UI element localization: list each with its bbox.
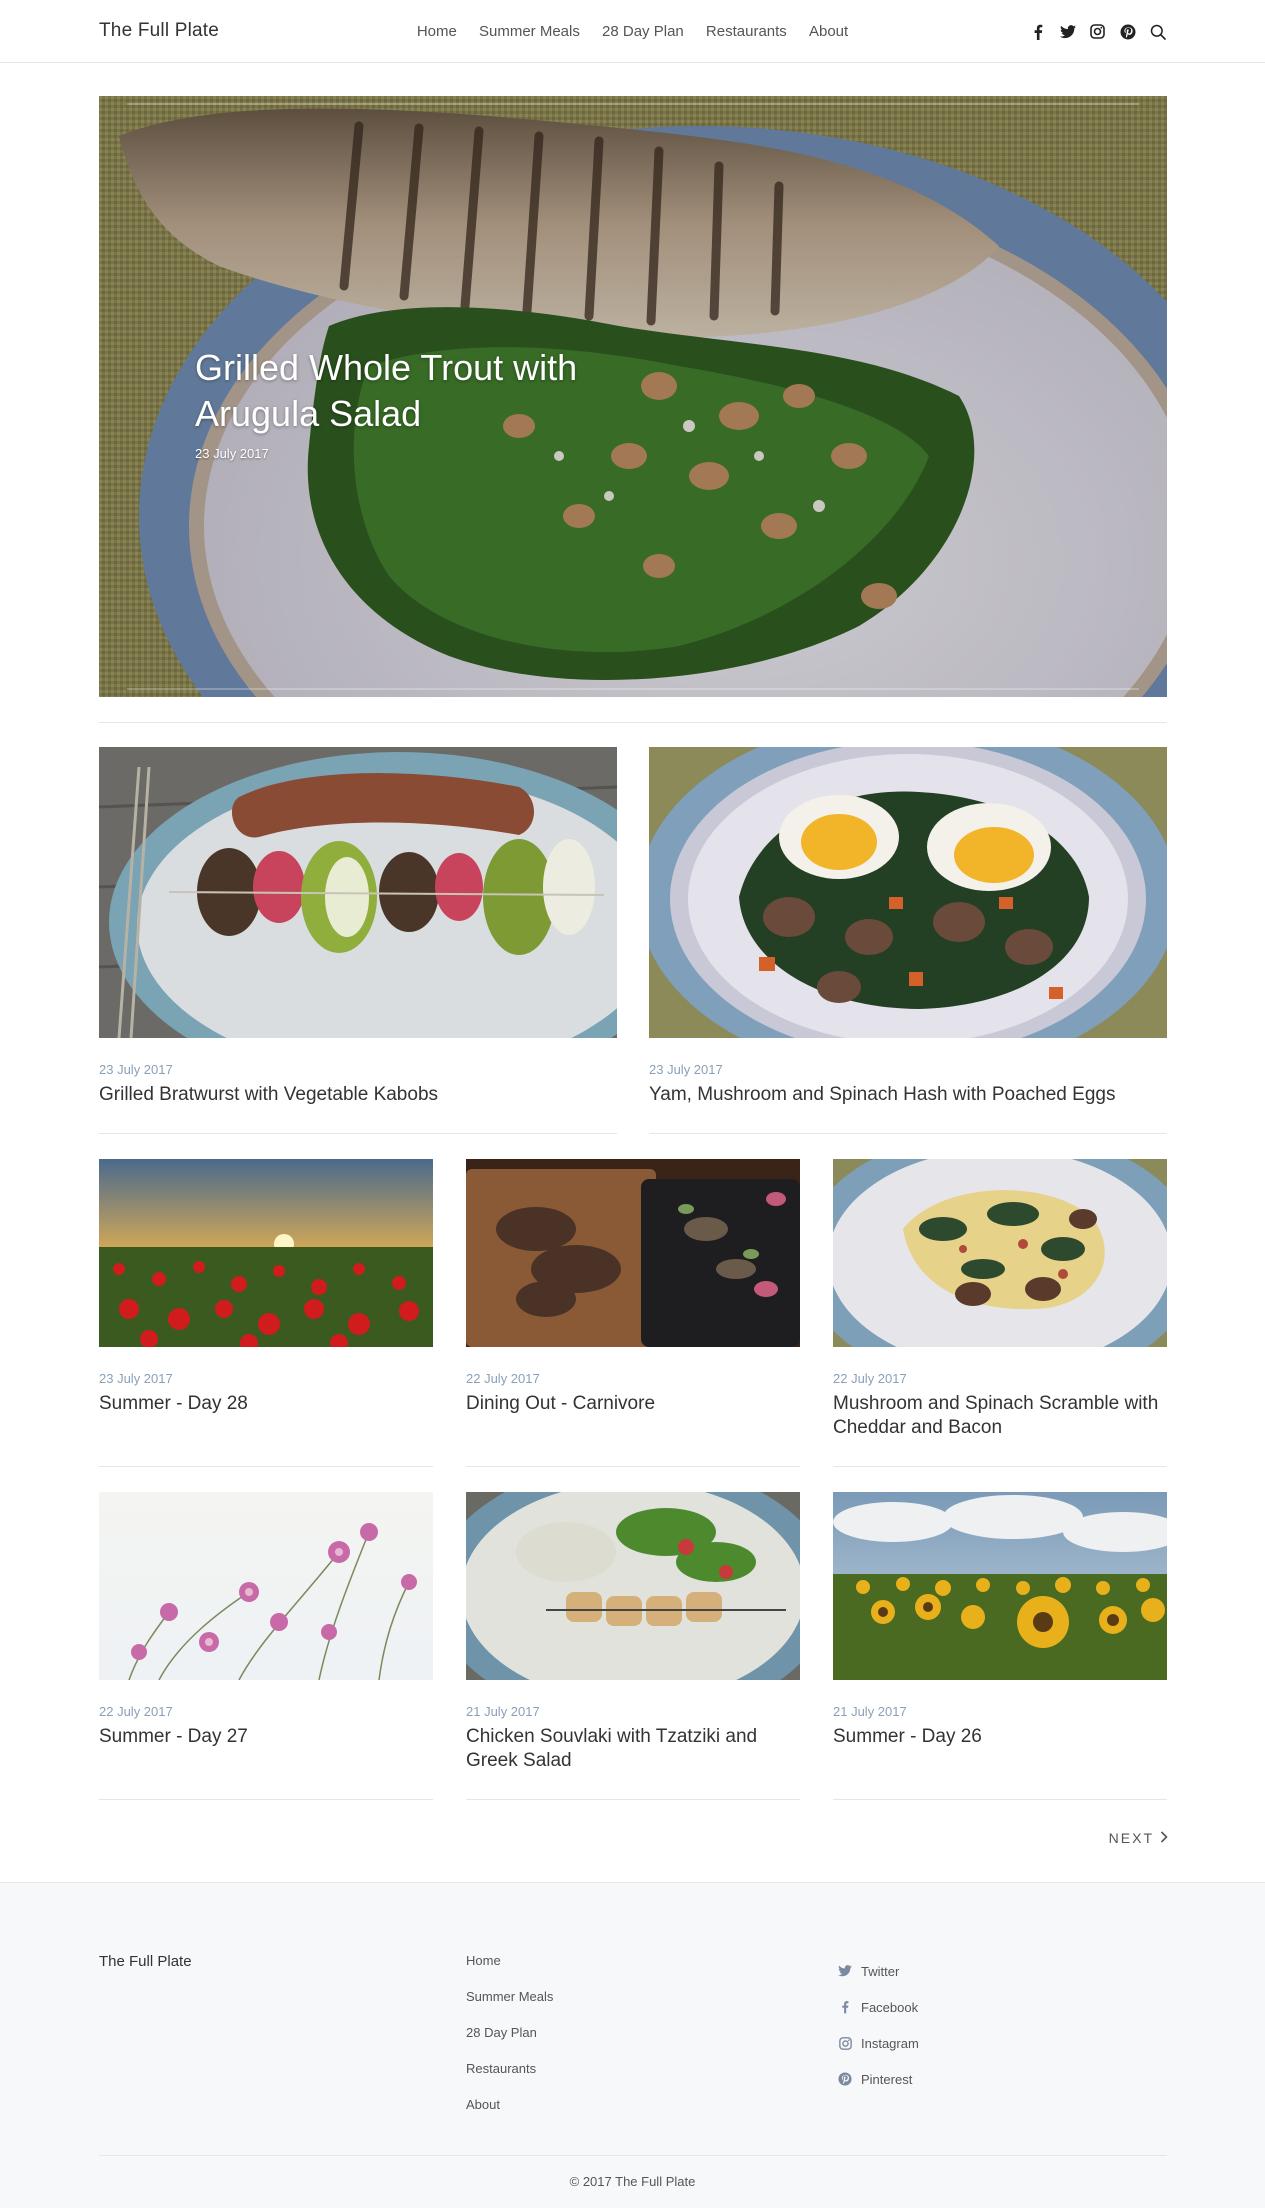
footer-link-about[interactable]: About bbox=[466, 2097, 553, 2133]
divider bbox=[649, 1133, 1167, 1134]
copyright: © 2017 The Full Plate bbox=[569, 2174, 696, 2189]
post-date: 21 July 2017 bbox=[833, 1704, 907, 1719]
post-date: 23 July 2017 bbox=[99, 1371, 173, 1386]
post-title[interactable]: Summer - Day 26 bbox=[833, 1725, 1167, 1749]
post-title[interactable]: Summer - Day 27 bbox=[99, 1725, 433, 1749]
post-date: 22 July 2017 bbox=[466, 1371, 540, 1386]
post-title[interactable]: Chicken Souvlaki with Tzatziki and Greek… bbox=[466, 1725, 800, 1773]
post-thumbnail[interactable] bbox=[99, 1492, 433, 1680]
facebook-icon bbox=[837, 1999, 853, 2015]
post-thumbnail[interactable] bbox=[99, 747, 617, 1038]
divider bbox=[99, 1133, 617, 1134]
post-title[interactable]: Dining Out - Carnivore bbox=[466, 1392, 800, 1416]
divider bbox=[99, 1466, 433, 1467]
nav-restaurants[interactable]: Restaurants bbox=[706, 23, 787, 40]
twitter-icon bbox=[837, 1963, 853, 1979]
post-date: 21 July 2017 bbox=[466, 1704, 540, 1719]
chevron-right-icon bbox=[1160, 1830, 1168, 1846]
site-footer: The Full Plate Home Summer Meals 28 Day … bbox=[0, 1882, 1265, 2208]
post-date: 22 July 2017 bbox=[833, 1371, 907, 1386]
post-card[interactable]: 23 July 2017 Summer - Day 28 bbox=[99, 1159, 433, 1467]
pinterest-icon[interactable] bbox=[1119, 23, 1136, 40]
instagram-icon bbox=[837, 2035, 853, 2051]
hero-date: 23 July 2017 bbox=[195, 446, 269, 461]
footer-social-pinterest[interactable]: Pinterest bbox=[837, 2061, 919, 2097]
footer-link-home[interactable]: Home bbox=[466, 1953, 553, 1989]
footer-social-label: Facebook bbox=[861, 1999, 919, 2015]
divider bbox=[99, 722, 1167, 723]
post-thumbnail[interactable] bbox=[466, 1159, 800, 1347]
next-label: NEXT bbox=[1108, 1830, 1154, 1846]
footer-link-28-day-plan[interactable]: 28 Day Plan bbox=[466, 2025, 553, 2061]
footer-social-instagram[interactable]: Instagram bbox=[837, 2025, 919, 2061]
nav-28-day-plan[interactable]: 28 Day Plan bbox=[602, 23, 684, 40]
post-card[interactable]: 22 July 2017 Mushroom and Spinach Scramb… bbox=[833, 1159, 1167, 1467]
footer-logo[interactable]: The Full Plate bbox=[99, 1953, 192, 1970]
footer-link-restaurants[interactable]: Restaurants bbox=[466, 2061, 553, 2097]
nav-summer-meals[interactable]: Summer Meals bbox=[479, 23, 580, 40]
post-card[interactable]: 22 July 2017 Dining Out - Carnivore bbox=[466, 1159, 800, 1467]
divider bbox=[99, 2155, 1167, 2156]
pinterest-icon bbox=[837, 2071, 853, 2087]
nav-home[interactable]: Home bbox=[417, 23, 457, 40]
post-card[interactable]: 21 July 2017 Chicken Souvlaki with Tzatz… bbox=[466, 1492, 800, 1800]
footer-links: Home Summer Meals 28 Day Plan Restaurant… bbox=[466, 1953, 553, 2133]
post-card[interactable]: 22 July 2017 Summer - Day 27 bbox=[99, 1492, 433, 1800]
footer-social-facebook[interactable]: Facebook bbox=[837, 1989, 919, 2025]
twitter-icon[interactable] bbox=[1059, 23, 1076, 40]
divider bbox=[833, 1466, 1167, 1467]
post-thumbnail[interactable] bbox=[833, 1159, 1167, 1347]
post-thumbnail[interactable] bbox=[649, 747, 1167, 1038]
instagram-icon[interactable] bbox=[1089, 23, 1106, 40]
divider bbox=[99, 1799, 433, 1800]
post-thumbnail[interactable] bbox=[99, 1159, 433, 1347]
site-header: The Full Plate Home Summer Meals 28 Day … bbox=[0, 0, 1265, 63]
footer-link-summer-meals[interactable]: Summer Meals bbox=[466, 1989, 553, 2025]
post-thumbnail[interactable] bbox=[833, 1492, 1167, 1680]
footer-social-label: Instagram bbox=[861, 2035, 919, 2051]
footer-social-twitter[interactable]: Twitter bbox=[837, 1953, 919, 1989]
post-title[interactable]: Mushroom and Spinach Scramble with Chedd… bbox=[833, 1392, 1167, 1440]
nav-about[interactable]: About bbox=[809, 23, 848, 40]
post-date: 23 July 2017 bbox=[99, 1062, 173, 1077]
post-date: 23 July 2017 bbox=[649, 1062, 723, 1077]
post-card[interactable]: 21 July 2017 Summer - Day 26 bbox=[833, 1492, 1167, 1800]
header-social bbox=[1029, 23, 1166, 40]
post-card[interactable]: 23 July 2017 Grilled Bratwurst with Vege… bbox=[99, 747, 617, 1134]
footer-social: Twitter Facebook Instagram Pinterest bbox=[837, 1953, 919, 2097]
post-title[interactable]: Yam, Mushroom and Spinach Hash with Poac… bbox=[649, 1083, 1167, 1107]
post-thumbnail[interactable] bbox=[466, 1492, 800, 1680]
footer-social-label: Twitter bbox=[861, 1963, 900, 1979]
divider bbox=[466, 1799, 800, 1800]
footer-social-label: Pinterest bbox=[861, 2071, 913, 2087]
post-title[interactable]: Grilled Bratwurst with Vegetable Kabobs bbox=[99, 1083, 617, 1107]
post-date: 22 July 2017 bbox=[99, 1704, 173, 1719]
divider bbox=[466, 1466, 800, 1467]
post-title[interactable]: Summer - Day 28 bbox=[99, 1392, 433, 1416]
hero-featured-post[interactable]: Grilled Whole Trout with Arugula Salad 2… bbox=[99, 96, 1167, 697]
next-page-link[interactable]: NEXT bbox=[1109, 1830, 1168, 1846]
hero-title[interactable]: Grilled Whole Trout with Arugula Salad bbox=[195, 345, 655, 437]
post-card[interactable]: 23 July 2017 Yam, Mushroom and Spinach H… bbox=[649, 747, 1167, 1134]
divider bbox=[833, 1799, 1167, 1800]
facebook-icon[interactable] bbox=[1029, 23, 1046, 40]
search-icon[interactable] bbox=[1149, 23, 1166, 40]
